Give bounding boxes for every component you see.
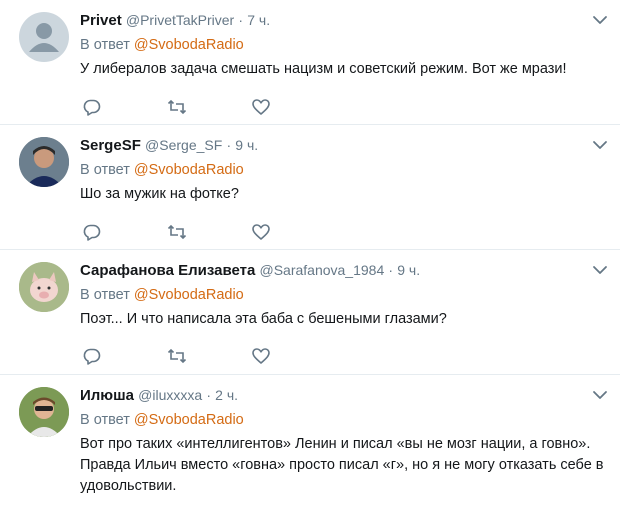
user-handle[interactable]: @iluxxxxa xyxy=(138,387,202,403)
reply-icon[interactable] xyxy=(82,97,102,117)
reply-context: В ответ @SvobodaRadio xyxy=(80,160,604,180)
tweet-content: SergeSF @Serge_SF · 9 ч. В ответ @Svobod… xyxy=(80,135,604,205)
reply-prefix: В ответ xyxy=(80,162,130,178)
piglet-photo-icon xyxy=(19,262,69,312)
dot-separator: · xyxy=(226,137,232,153)
reply-context: В ответ @SvobodaRadio xyxy=(80,285,604,305)
default-avatar-icon xyxy=(29,23,59,52)
retweet-icon[interactable] xyxy=(167,346,187,366)
avatar-sarafanova[interactable] xyxy=(19,262,69,312)
tweet-actions xyxy=(82,222,282,242)
reply-user-link[interactable]: @SvobodaRadio xyxy=(134,37,244,53)
reply-icon[interactable] xyxy=(82,222,102,242)
tweet[interactable]: Илюша @iluxxxxa · 2 ч. В ответ @SvobodaR… xyxy=(0,375,620,509)
user-photo-icon xyxy=(19,387,69,437)
tweet-text: У либералов задача смешать нацизм и сове… xyxy=(80,61,567,77)
tweet-actions xyxy=(82,346,282,366)
reply-user-link[interactable]: @SvobodaRadio xyxy=(134,412,244,428)
reply-user-link[interactable]: @SvobodaRadio xyxy=(134,287,244,303)
tweet-actions xyxy=(82,97,282,117)
reply-prefix: В ответ xyxy=(80,412,130,428)
reply-icon[interactable] xyxy=(82,346,102,366)
user-photo-icon xyxy=(19,137,69,187)
reply-prefix: В ответ xyxy=(80,287,130,303)
tweet-header: Сарафанова Елизавета @Sarafanova_1984 · … xyxy=(80,260,604,281)
dot-separator: · xyxy=(388,262,394,278)
dot-separator: · xyxy=(206,387,211,403)
chevron-down-icon[interactable] xyxy=(592,139,608,151)
retweet-icon[interactable] xyxy=(167,97,187,117)
user-handle[interactable]: @Serge_SF xyxy=(145,137,222,153)
tweet[interactable]: Privet @PrivetTakPriver · 7 ч. В ответ @… xyxy=(0,0,620,125)
reply-prefix: В ответ xyxy=(80,37,130,53)
chevron-down-icon[interactable] xyxy=(592,264,608,276)
retweet-icon[interactable] xyxy=(167,222,187,242)
tweet-text: Шо за мужик на фотке? xyxy=(80,186,239,202)
tweet-content: Privet @PrivetTakPriver · 7 ч. В ответ @… xyxy=(80,10,604,80)
display-name[interactable]: Privet xyxy=(80,12,122,29)
tweet-feed: Privet @PrivetTakPriver · 7 ч. В ответ @… xyxy=(0,0,620,509)
tweet-header: Илюша @iluxxxxa · 2 ч. xyxy=(80,385,604,406)
avatar-default[interactable] xyxy=(19,12,69,62)
display-name[interactable]: SergeSF xyxy=(80,137,141,154)
reply-user-link[interactable]: @SvobodaRadio xyxy=(134,162,244,178)
chevron-down-icon[interactable] xyxy=(592,389,608,401)
heart-icon[interactable] xyxy=(251,346,271,366)
tweet-header: Privet @PrivetTakPriver · 7 ч. xyxy=(80,10,604,31)
timestamp[interactable]: 9 ч. xyxy=(235,137,258,153)
display-name[interactable]: Сарафанова Елизавета xyxy=(80,262,255,279)
user-handle[interactable]: @Sarafanova_1984 xyxy=(259,262,384,278)
avatar-sergesf[interactable] xyxy=(19,137,69,187)
tweet[interactable]: SergeSF @Serge_SF · 9 ч. В ответ @Svobod… xyxy=(0,125,620,250)
tweet-header: SergeSF @Serge_SF · 9 ч. xyxy=(80,135,604,156)
tweet[interactable]: Сарафанова Елизавета @Sarafanova_1984 · … xyxy=(0,250,620,375)
dot-separator: · xyxy=(238,12,244,28)
tweet-text: Поэт... И что написала эта баба с бешены… xyxy=(80,311,447,327)
avatar-ilyusha[interactable] xyxy=(19,387,69,437)
heart-icon[interactable] xyxy=(251,222,271,242)
timestamp[interactable]: 9 ч. xyxy=(397,262,420,278)
tweet-content: Сарафанова Елизавета @Sarafanova_1984 · … xyxy=(80,260,604,330)
user-handle[interactable]: @PrivetTakPriver xyxy=(126,12,234,28)
display-name[interactable]: Илюша xyxy=(80,387,134,404)
reply-context: В ответ @SvobodaRadio xyxy=(80,35,604,55)
tweet-content: Илюша @iluxxxxa · 2 ч. В ответ @SvobodaR… xyxy=(80,385,604,497)
chevron-down-icon[interactable] xyxy=(592,14,608,26)
tweet-text: Вот про таких «интеллигентов» Ленин и пи… xyxy=(80,436,604,494)
timestamp[interactable]: 2 ч. xyxy=(215,387,238,403)
timestamp[interactable]: 7 ч. xyxy=(247,12,270,28)
heart-icon[interactable] xyxy=(251,97,271,117)
reply-context: В ответ @SvobodaRadio xyxy=(80,410,604,430)
